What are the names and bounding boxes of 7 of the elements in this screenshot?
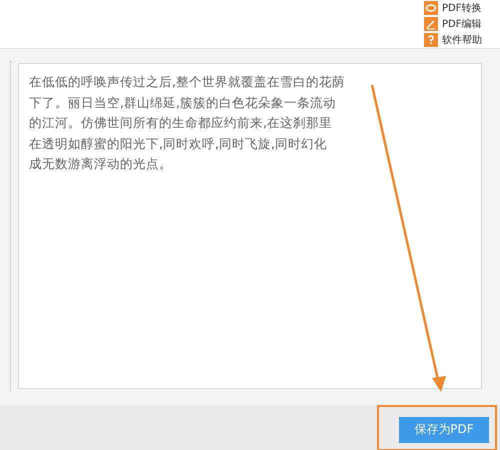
- text-line: 在低低的呼唤声传过之后,整个世界就覆盖在雪白的花荫: [29, 73, 346, 91]
- text-line: 在透明如醇蜜的阳光下,同时欢呼,同时飞旋,同时幻化: [29, 134, 328, 152]
- text-area[interactable]: 在低低的呼唤声传过之后,整个世界就覆盖在雪白的花荫 下了。丽日当空,群山绵延,簇簇的白色花朵象一条流动 的江河。仿佛世间所有的生命都应约前来,在这刹那里 在透明如醇蜜的阳光下,同时欢呼,同时飞旋,同时幻化 成无数游离浮动的光点。: [18, 63, 482, 389]
- text-line: 的江河。仿佛世间所有的生命都应约前来,在这刹那里: [29, 114, 333, 132]
- text-line: 下了。丽日当空,群山绵延,簇簇的白色花朵象一条流动: [29, 94, 337, 112]
- pencil-icon: [424, 17, 438, 31]
- text-line: 成无数游离浮动的光点。: [29, 155, 173, 173]
